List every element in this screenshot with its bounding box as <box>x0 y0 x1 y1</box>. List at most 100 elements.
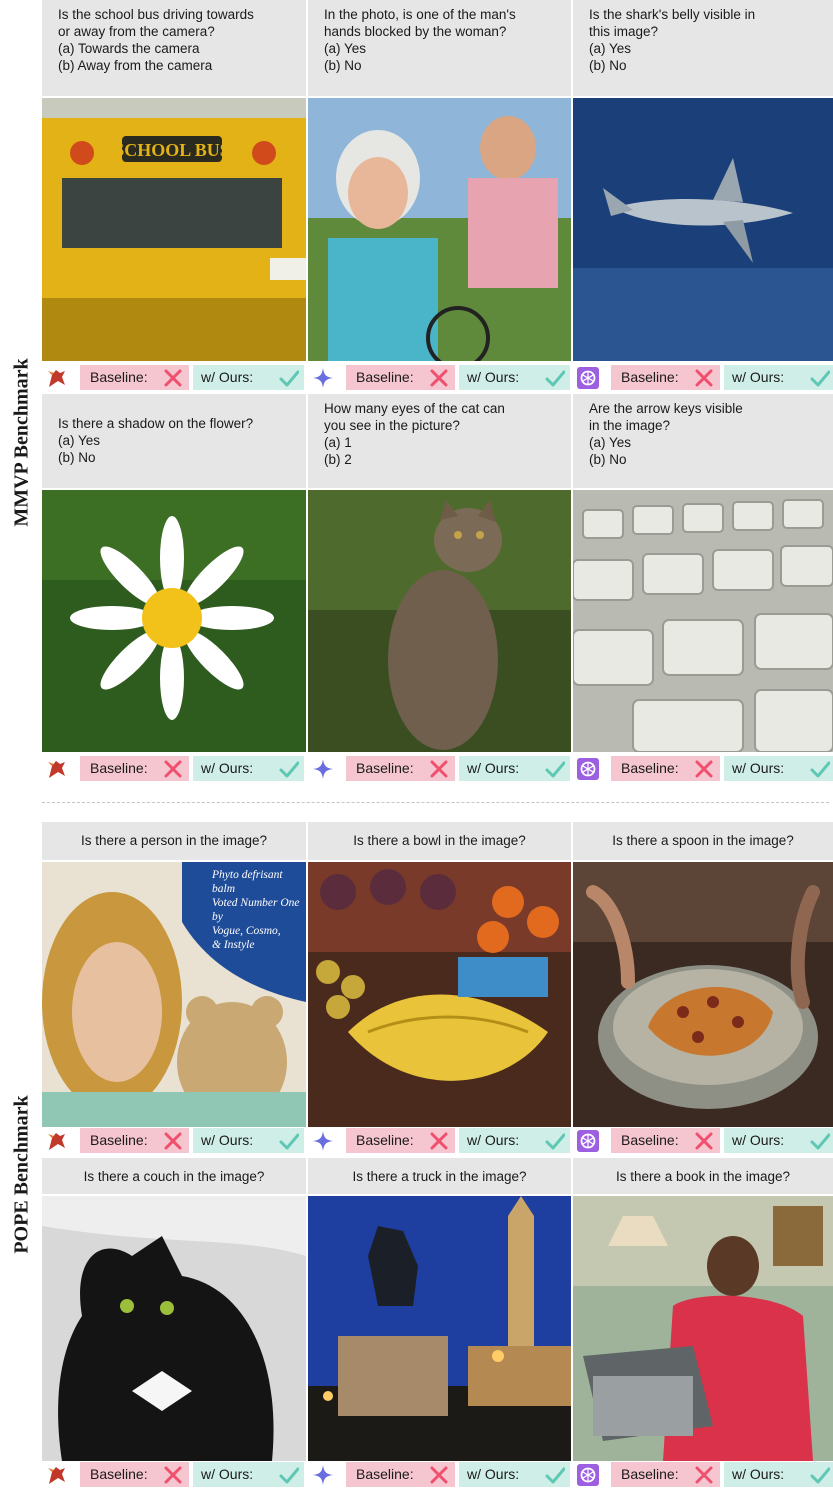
dragon-logo-icon <box>48 1467 65 1484</box>
check-icon <box>810 1133 830 1150</box>
question-box: Is there a truck in the image? <box>308 1158 571 1194</box>
baseline-result: Baseline: <box>80 1462 189 1487</box>
check-icon <box>279 761 299 778</box>
gemini-sparkle-icon <box>313 759 333 779</box>
question-box: Is there a book in the image? <box>573 1158 833 1194</box>
svg-text:SCHOOL BUS: SCHOOL BUS <box>114 140 230 160</box>
mmvp-cell-keyboard: Are the arrow keys visible in the image?… <box>573 394 833 786</box>
ours-result: w/ Ours: <box>724 756 833 781</box>
cross-icon <box>430 1466 448 1484</box>
openai-logo-icon <box>577 1130 599 1152</box>
result-bar: Baseline: w/ Ours: <box>42 1461 306 1488</box>
check-icon <box>279 1133 299 1150</box>
result-bar: Baseline: w/ Ours: <box>308 1127 571 1154</box>
check-icon <box>810 761 830 778</box>
ours-result: w/ Ours: <box>724 1128 833 1153</box>
cross-icon <box>164 760 182 778</box>
question-box: Are the arrow keys visible in the image?… <box>573 394 833 488</box>
mmvp-cell-shark: Is the shark's belly visible in this ima… <box>573 0 833 392</box>
result-bar: Baseline: w/ Ours: <box>308 364 571 391</box>
keyboard-photo <box>573 490 833 752</box>
baseline-result: Baseline: <box>346 1128 455 1153</box>
question-box: Is the shark's belly visible in this ima… <box>573 0 833 96</box>
check-icon <box>810 1467 830 1484</box>
check-icon <box>545 1467 565 1484</box>
check-icon <box>810 370 830 387</box>
openai-logo-icon <box>577 1464 599 1486</box>
result-bar: Baseline: w/ Ours: <box>573 364 833 391</box>
cross-icon <box>695 760 713 778</box>
mmvp-section-label: MMVP Benchmark <box>10 357 33 527</box>
pizza-photo <box>573 862 833 1127</box>
baseline-result: Baseline: <box>80 756 189 781</box>
question-box: Is there a shadow on the flower? (a) Yes… <box>42 394 306 488</box>
question-box: Is there a person in the image? <box>42 822 306 860</box>
baseline-result: Baseline: <box>611 365 720 390</box>
pope-cell-bowl: Is there a bowl in the image? Baseline: … <box>308 822 571 1156</box>
question-box: Is there a spoon in the image? <box>573 822 833 860</box>
ours-result: w/ Ours: <box>459 756 570 781</box>
dragon-logo-icon <box>48 761 65 778</box>
baseline-result: Baseline: <box>346 365 455 390</box>
fruit-market-photo <box>308 862 571 1127</box>
gemini-sparkle-icon <box>313 368 333 388</box>
woman-teddy-bear-photo: Phyto defrisant balm Voted Number One by… <box>42 862 306 1127</box>
shark-photo <box>573 98 833 361</box>
check-icon <box>279 1467 299 1484</box>
baseline-result: Baseline: <box>80 365 189 390</box>
ours-result: w/ Ours: <box>459 365 570 390</box>
pope-cell-spoon: Is there a spoon in the image? Baseline:… <box>573 822 833 1156</box>
result-bar: Baseline: w/ Ours: <box>42 1127 306 1154</box>
cross-icon <box>430 760 448 778</box>
gemini-sparkle-icon <box>313 1131 333 1151</box>
ours-result: w/ Ours: <box>459 1462 570 1487</box>
mmvp-cell-bus: Is the school bus driving towards or awa… <box>42 0 306 392</box>
cross-icon <box>695 1466 713 1484</box>
gemini-sparkle-icon <box>313 1465 333 1485</box>
school-bus-photo: SCHOOL BUS <box>42 98 306 361</box>
cross-icon <box>695 369 713 387</box>
question-box: Is there a bowl in the image? <box>308 822 571 860</box>
baseline-result: Baseline: <box>346 1462 455 1487</box>
ours-result: w/ Ours: <box>193 1128 304 1153</box>
pope-section-label: POPE Benchmark <box>10 1095 33 1254</box>
question-box: How many eyes of the cat can you see in … <box>308 394 571 488</box>
baseline-result: Baseline: <box>611 1128 720 1153</box>
ours-result: w/ Ours: <box>193 1462 304 1487</box>
question-box: Is the school bus driving towards or awa… <box>42 0 306 96</box>
dragon-logo-icon <box>48 370 65 387</box>
cyclists-photo <box>308 98 571 361</box>
daisy-photo <box>42 490 306 752</box>
ours-result: w/ Ours: <box>724 365 833 390</box>
question-box: In the photo, is one of the man's hands … <box>308 0 571 96</box>
cross-icon <box>430 369 448 387</box>
check-icon <box>545 370 565 387</box>
section-divider <box>42 802 829 803</box>
baseline-result: Baseline: <box>611 1462 720 1487</box>
pope-cell-truck: Is there a truck in the image? Baseline:… <box>308 1158 571 1490</box>
statue-night-photo <box>308 1196 571 1461</box>
cross-icon <box>430 1132 448 1150</box>
mmvp-cell-cyclists: In the photo, is one of the man's hands … <box>308 0 571 392</box>
openai-logo-icon <box>577 367 599 389</box>
ours-result: w/ Ours: <box>193 365 304 390</box>
cross-icon <box>164 1132 182 1150</box>
result-bar: Baseline: w/ Ours: <box>42 364 306 391</box>
check-icon <box>545 761 565 778</box>
dragon-logo-icon <box>48 1133 65 1150</box>
result-bar: Baseline: w/ Ours: <box>308 755 571 782</box>
tabby-cat-photo <box>308 490 571 752</box>
baseline-result: Baseline: <box>611 756 720 781</box>
cross-icon <box>164 369 182 387</box>
ours-result: w/ Ours: <box>459 1128 570 1153</box>
black-cat-photo <box>42 1196 306 1461</box>
result-bar: Baseline: w/ Ours: <box>573 1461 833 1488</box>
ours-result: w/ Ours: <box>193 756 304 781</box>
ours-result: w/ Ours: <box>724 1462 833 1487</box>
cross-icon <box>695 1132 713 1150</box>
result-bar: Baseline: w/ Ours: <box>573 755 833 782</box>
result-bar: Baseline: w/ Ours: <box>308 1461 571 1488</box>
check-icon <box>279 370 299 387</box>
cross-icon <box>164 1466 182 1484</box>
pope-cell-couch: Is there a couch in the image? Baseline:… <box>42 1158 306 1490</box>
